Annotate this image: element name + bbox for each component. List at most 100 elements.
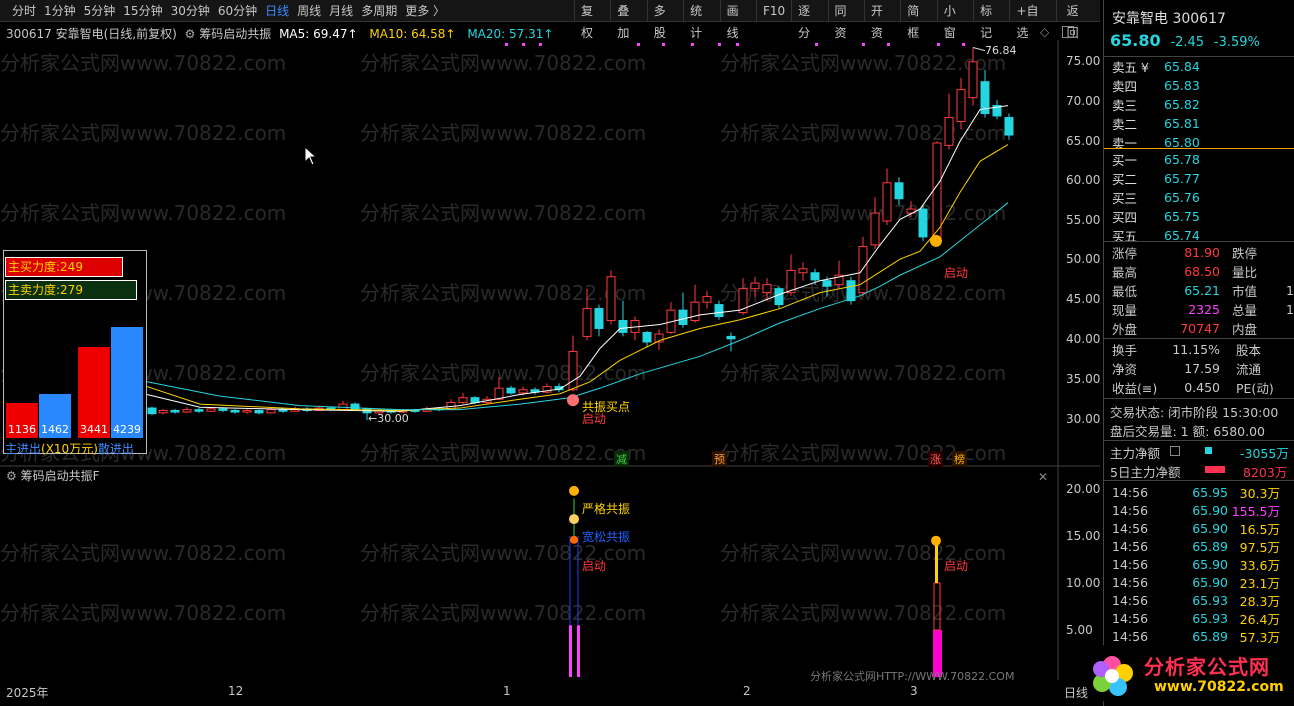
tick-time: 14:56 (1112, 520, 1149, 536)
watermark-text: 分析家公式网www.70822.com (360, 601, 646, 625)
period-weekly[interactable]: 周线 (293, 0, 325, 22)
period-multi[interactable]: 多周期 (357, 0, 401, 22)
period-daily[interactable]: 日线 (261, 0, 293, 22)
candle (470, 397, 480, 403)
tool-stats[interactable]: 统计 (683, 0, 719, 40)
tool-fuquan[interactable]: 复权 (574, 0, 610, 40)
period-30min[interactable]: 30分钟 (167, 0, 214, 22)
watermark-text: 分析家公式网www.70822.com (0, 201, 286, 225)
stat-label: 外盘 (1112, 322, 1138, 337)
tool-kaizi[interactable]: 开资 (863, 0, 900, 40)
tick-time: 14:56 (1112, 610, 1149, 626)
settings-icon[interactable]: ⚙ (6, 469, 17, 483)
tool-zhufen[interactable]: 逐分 (791, 0, 827, 40)
stat-label: PE(动) (1236, 381, 1274, 396)
flow-bar (111, 327, 143, 438)
lower-title[interactable]: 筹码启动共振F (21, 469, 100, 483)
current-price: 65.80 (1110, 31, 1161, 50)
start-label: 启动 (582, 412, 607, 426)
bang-badge: 榜 (952, 451, 967, 467)
period-fenshi[interactable]: 分时 (8, 0, 40, 22)
signal-bar (935, 545, 938, 583)
order-row: 卖五 ¥ 65.84 (1104, 57, 1294, 76)
watermark-text: 分析家公式网www.70822.com (720, 201, 1006, 225)
flow-footer: 主进出(X10万元)散进出 (5, 440, 134, 457)
signal-dot (637, 43, 640, 46)
candle (810, 272, 820, 281)
stats-table: 涨停 81.90 跌停 最高 68.50 量比 最低 65.21 市值 1 现量 2325 总量 1 外盘 7… (1104, 243, 1294, 338)
tool-small-window[interactable]: 小窗 (936, 0, 973, 40)
tool-draw[interactable]: 画线 (719, 0, 756, 40)
tool-multi[interactable]: 多股 (646, 0, 683, 40)
tick-price: 65.90 (1192, 502, 1228, 518)
tick-volume: 155.5万 (1231, 503, 1280, 519)
tool-tongzi[interactable]: 同资 (827, 0, 864, 40)
signal-dot (718, 43, 721, 46)
candle (702, 296, 712, 303)
candle (206, 408, 216, 412)
order-price: 65.82 (1164, 97, 1200, 112)
tool-f10[interactable]: F10 (755, 0, 791, 22)
tick-row: 14:56 65.90 23.1万 (1104, 573, 1294, 591)
period-5min[interactable]: 5分钟 (80, 0, 120, 22)
candle (458, 397, 468, 403)
tool-back[interactable]: 返回 (1055, 0, 1100, 40)
y-tick: 75.00 (1066, 54, 1101, 68)
toggle-icon[interactable] (1170, 446, 1180, 456)
order-row: 卖四 65.83 (1104, 76, 1294, 95)
price-change: -2.45 (1170, 35, 1205, 50)
candle (182, 409, 192, 413)
period-more[interactable]: 更多 〉 (401, 0, 449, 22)
settings-icon[interactable]: ⚙ (185, 27, 196, 41)
period-monthly[interactable]: 月线 (325, 0, 357, 22)
money-bag-icon (931, 535, 941, 546)
tick-time: 14:56 (1112, 538, 1149, 554)
candle (594, 308, 604, 329)
tick-price: 65.95 (1192, 484, 1228, 500)
high-label: 76.84 (985, 44, 1017, 57)
candle (170, 409, 180, 413)
tool-overlay[interactable]: 叠加 (610, 0, 646, 40)
indicator-name[interactable]: 筹码启动共振 (199, 27, 271, 41)
start-label: 启动 (582, 559, 607, 573)
close-panel-icon[interactable] (1062, 26, 1074, 38)
tick-row: 14:56 65.90 16.5万 (1104, 519, 1294, 537)
candle (582, 308, 592, 337)
stat-label: 市值 (1232, 284, 1258, 299)
stock-code: 300617 (1172, 11, 1226, 27)
tick-price: 65.89 (1192, 628, 1228, 644)
watermark-text: 分析家公式网www.70822.com (360, 361, 646, 385)
tick-row: 14:56 65.90 155.5万 (1104, 501, 1294, 519)
tool-add-watch[interactable]: +自选 (1009, 0, 1055, 40)
expand-icon[interactable]: ◇ (1040, 25, 1049, 39)
ma5-label: MA5: 69.47↑ (279, 27, 358, 41)
stat-row: 最低 65.21 市值 1 (1104, 281, 1294, 300)
candle (242, 409, 252, 413)
toolbar: 复权 叠加 多股 统计 画线 F10 逐分 同资 开资 简框 小窗 标记 +自选… (574, 0, 1100, 40)
order-price: 65.75 (1164, 209, 1200, 224)
stat-value: 81.90 (1184, 245, 1220, 260)
money-bag-icon (930, 234, 942, 247)
tool-jiankuang[interactable]: 简框 (900, 0, 936, 40)
tick-volume: 16.5万 (1239, 521, 1280, 537)
period-bar: 分时 1分钟 5分钟 15分钟 30分钟 60分钟 日线 周线 月线 多周期 更… (0, 0, 1100, 40)
x-period-label[interactable]: 日线 (1064, 684, 1088, 701)
watermark-text: 分析家公式网www.70822.com (0, 601, 286, 625)
candle (762, 284, 772, 294)
period-15min[interactable]: 15分钟 (119, 0, 166, 22)
candle (822, 280, 832, 287)
tick-volume: 28.3万 (1239, 593, 1280, 609)
period-1min[interactable]: 1分钟 (40, 0, 80, 22)
footer-site: 分析家公式网HTTP://WWW.70822.COM (810, 670, 1015, 683)
main-net-label: 主力净额 (1110, 446, 1161, 461)
order-row: 买二 65.77 (1104, 169, 1294, 188)
y-tick: 30.00 (1066, 412, 1101, 426)
candle (147, 407, 157, 415)
order-price: 65.84 (1164, 59, 1200, 74)
period-60min[interactable]: 60分钟 (214, 0, 261, 22)
stat-value: 2325 (1188, 302, 1220, 317)
order-row: 卖二 65.81 (1104, 114, 1294, 133)
tool-mark[interactable]: 标记 (973, 0, 1009, 40)
candle (858, 245, 868, 294)
tick-row: 14:56 65.90 33.6万 (1104, 555, 1294, 573)
